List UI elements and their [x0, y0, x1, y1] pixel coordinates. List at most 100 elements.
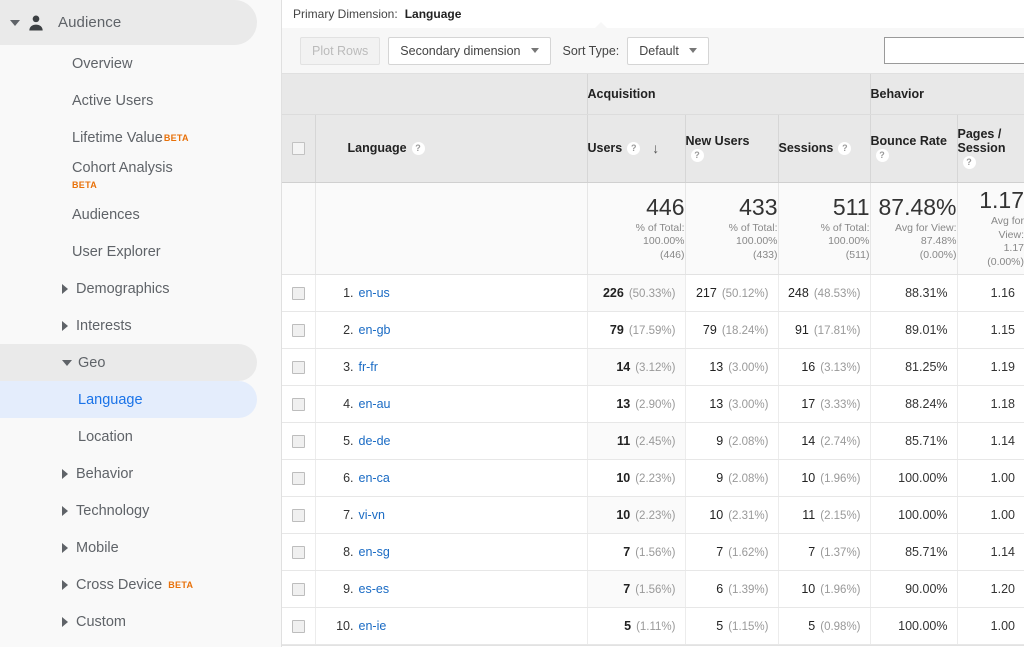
row-select-cell[interactable] — [282, 274, 316, 312]
language-link[interactable]: en-us — [359, 286, 390, 300]
primary-dimension-label: Primary Dimension: — [293, 7, 398, 21]
summary-detail-line: % of Total: — [820, 221, 870, 234]
table-row[interactable]: 9. es-es 7 (1.56%) 6 (1.39%) 10 (1.96%) 90.00% 1.… — [282, 570, 1024, 608]
table-row[interactable]: 8. en-sg 7 (1.56%) 7 (1.62%) 7 (1.37%) 85.71% 1.1… — [282, 533, 1024, 571]
plot-rows-button[interactable]: Plot Rows — [300, 36, 381, 65]
language-link[interactable]: vi-vn — [359, 508, 385, 522]
column-header-pages-session[interactable]: Pages / Session? — [957, 114, 1024, 183]
help-icon[interactable]: ? — [690, 149, 704, 163]
table-row[interactable]: 3. fr-fr 14 (3.12%) 13 (3.00%) 16 (3.13%) 81.25%… — [282, 348, 1024, 386]
row-bounce-rate-cell: 81.25% — [870, 348, 958, 386]
row-checkbox[interactable] — [291, 471, 305, 485]
sidebar-item-cohort-analysis[interactable]: Cohort Analysis BETA — [0, 156, 281, 196]
help-icon[interactable]: ? — [875, 149, 889, 163]
language-link[interactable]: es-es — [359, 582, 390, 596]
table-row[interactable]: 2. en-gb 79 (17.59%) 79 (18.24%) 91 (17.81%) 89.… — [282, 311, 1024, 349]
new-users-value: 13 — [709, 359, 724, 374]
summary-blank-label-cell — [315, 182, 588, 275]
sidebar-item-user-explorer[interactable]: User Explorer — [0, 233, 281, 270]
row-sessions-cell: 10 (1.96%) — [778, 459, 871, 497]
sidebar-item-audiences[interactable]: Audiences — [0, 196, 281, 233]
row-checkbox[interactable] — [291, 582, 305, 596]
sort-type-label: Sort Type: — [562, 43, 620, 58]
row-checkbox[interactable] — [291, 434, 305, 448]
row-language-cell: 7. vi-vn — [315, 496, 588, 534]
sidebar-item-technology[interactable]: Technology — [0, 492, 281, 529]
row-checkbox[interactable] — [291, 397, 305, 411]
help-icon[interactable]: ? — [962, 156, 976, 170]
column-header-sessions[interactable]: Sessions? — [778, 114, 871, 183]
language-link[interactable]: fr-fr — [359, 360, 378, 374]
column-header-users[interactable]: Users? ↓ — [587, 114, 686, 183]
secondary-dimension-dropdown[interactable]: Secondary dimension — [388, 36, 551, 65]
users-percent: (50.33%) — [628, 287, 676, 300]
sidebar-item-benchmarking[interactable]: Benchmarking — [0, 640, 281, 647]
select-all-cell[interactable] — [282, 114, 316, 183]
row-select-cell[interactable] — [282, 311, 316, 349]
search-input[interactable] — [885, 38, 1024, 63]
summary-sessions-cell: 511 % of Total: 100.00% (511) — [778, 182, 871, 275]
users-percent: (2.23%) — [635, 509, 676, 522]
sort-type-value: Default — [639, 43, 679, 58]
row-checkbox[interactable] — [291, 360, 305, 374]
sidebar-section-label: Audience — [58, 14, 122, 31]
column-header-language[interactable]: Language? — [315, 114, 588, 183]
language-link[interactable]: en-au — [359, 397, 391, 411]
sidebar-item-custom[interactable]: Custom — [0, 603, 281, 640]
chevron-down-icon — [688, 48, 697, 53]
row-checkbox[interactable] — [291, 323, 305, 337]
help-icon[interactable]: ? — [411, 142, 425, 156]
sidebar-item-geo[interactable]: Geo — [0, 344, 257, 381]
language-link[interactable]: de-de — [359, 434, 391, 448]
row-select-cell[interactable] — [282, 422, 316, 460]
row-select-cell[interactable] — [282, 570, 316, 608]
sidebar-item-label: Interests — [76, 317, 132, 334]
language-link[interactable]: en-gb — [359, 323, 391, 337]
help-icon[interactable]: ? — [838, 142, 852, 156]
sidebar-item-location[interactable]: Location — [0, 418, 281, 455]
row-checkbox[interactable] — [291, 508, 305, 522]
primary-dimension-value[interactable]: Language — [405, 7, 462, 21]
sidebar-item-behavior[interactable]: Behavior — [0, 455, 281, 492]
row-select-cell[interactable] — [282, 385, 316, 423]
pages-session-value: 1.00 — [990, 470, 1016, 485]
users-value: 13 — [616, 396, 631, 411]
row-checkbox[interactable] — [291, 286, 305, 300]
row-select-cell[interactable] — [282, 459, 316, 497]
row-select-cell[interactable] — [282, 348, 316, 386]
table-search-box[interactable] — [884, 37, 1024, 64]
row-select-cell[interactable] — [282, 607, 316, 645]
sort-type-dropdown[interactable]: Default — [627, 36, 709, 65]
language-link[interactable]: en-ie — [359, 619, 387, 633]
sidebar-item-active-users[interactable]: Active Users — [0, 82, 281, 119]
row-select-cell[interactable] — [282, 496, 316, 534]
sort-desc-arrow-icon[interactable]: ↓ — [652, 141, 659, 155]
table-row[interactable]: 4. en-au 13 (2.90%) 13 (3.00%) 17 (3.33%) 88.24%… — [282, 385, 1024, 423]
sidebar-item-mobile[interactable]: Mobile — [0, 529, 281, 566]
row-index: 8. — [343, 544, 354, 559]
row-language-cell: 10. en-ie — [315, 607, 588, 645]
row-checkbox[interactable] — [291, 545, 305, 559]
row-select-cell[interactable] — [282, 533, 316, 571]
sidebar-item-language[interactable]: Language — [0, 381, 257, 418]
table-row[interactable]: 5. de-de 11 (2.45%) 9 (2.08%) 14 (2.74%) 85.71% 1… — [282, 422, 1024, 460]
select-all-checkbox[interactable] — [291, 142, 305, 156]
row-checkbox[interactable] — [291, 619, 305, 633]
language-link[interactable]: en-sg — [359, 545, 390, 559]
table-row[interactable]: 7. vi-vn 10 (2.23%) 10 (2.31%) 11 (2.15%) 100.00… — [282, 496, 1024, 534]
table-row[interactable]: 10. en-ie 5 (1.11%) 5 (1.15%) 5 (0.98%) 100.00% 1… — [282, 607, 1024, 645]
sidebar-item-demographics[interactable]: Demographics — [0, 270, 281, 307]
sidebar-item-interests[interactable]: Interests — [0, 307, 281, 344]
column-header-bounce-rate[interactable]: Bounce Rate? — [870, 114, 958, 183]
help-icon[interactable]: ? — [627, 142, 641, 156]
table-row[interactable]: 6. en-ca 10 (2.23%) 9 (2.08%) 10 (1.96%) 100.00%… — [282, 459, 1024, 497]
sidebar-item-overview[interactable]: Overview — [0, 45, 281, 82]
table-row[interactable]: 1. en-us 226 (50.33%) 217 (50.12%) 248 (48.53%)… — [282, 274, 1024, 312]
sidebar-item-lifetime-value[interactable]: Lifetime Value BETA — [0, 119, 281, 156]
sidebar-section-audience[interactable]: Audience — [0, 0, 257, 45]
language-link[interactable]: en-ca — [359, 471, 390, 485]
column-header-new-users[interactable]: New Users? — [685, 114, 779, 183]
column-header-label: Pages / Session — [957, 126, 1006, 155]
sidebar-item-cross-device[interactable]: Cross Device BETA — [0, 566, 281, 603]
row-users-cell: 10 (2.23%) — [587, 496, 686, 534]
